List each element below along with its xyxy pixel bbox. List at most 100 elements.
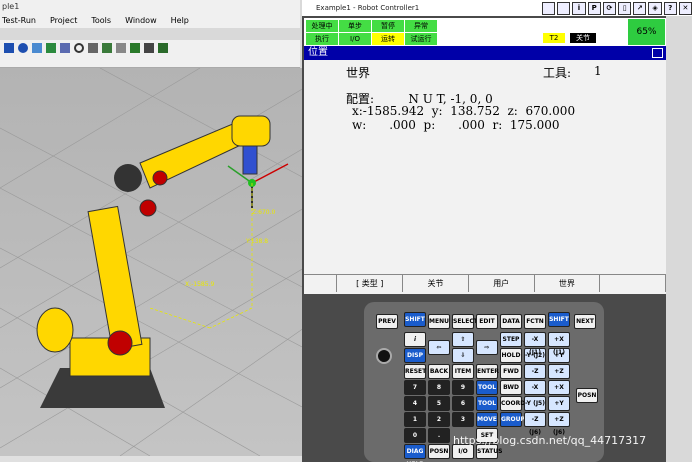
- lock-icon[interactable]: ◈: [648, 1, 662, 15]
- key-hold[interactable]: HOLD: [500, 348, 522, 363]
- fkey-type[interactable]: [ 类型 ]: [337, 275, 404, 292]
- key-enter[interactable]: ENTER: [476, 364, 499, 379]
- key-7[interactable]: 7: [404, 380, 426, 395]
- jog-plus-rx[interactable]: +X (J4): [548, 380, 570, 404]
- function-key-bar: [ 类型 ] 关节 用户 世界: [304, 274, 667, 292]
- status-run: 执行: [306, 33, 338, 45]
- key-bwd[interactable]: BWD: [500, 380, 522, 395]
- pendant-title: Example1 - Robot Controller1: [302, 0, 540, 16]
- key-9[interactable]: 9: [452, 380, 474, 395]
- jog-minus-rx[interactable]: -X (J4): [524, 380, 546, 404]
- status-hold: 暂停: [372, 20, 404, 32]
- jog-minus-x[interactable]: -X (J1): [524, 332, 546, 356]
- robot-icon[interactable]: [60, 43, 70, 53]
- info-key[interactable]: i: [404, 332, 426, 347]
- key-move-menu[interactable]: MOVE MENU: [476, 412, 498, 436]
- key-up-arrow[interactable]: ⇧: [452, 332, 474, 347]
- tree-icon[interactable]: [46, 43, 56, 53]
- key-step[interactable]: STEP: [500, 332, 522, 347]
- fkey-blank-left: [304, 275, 338, 292]
- key-shift-right[interactable]: SHIFT: [548, 312, 570, 327]
- stop-icon[interactable]: [18, 43, 28, 53]
- fkey-joint[interactable]: 关节: [403, 275, 469, 292]
- move-icon[interactable]: [116, 43, 126, 53]
- robot-arm: [36, 115, 271, 408]
- key-fctn[interactable]: FCTN: [524, 314, 546, 329]
- key-down-arrow[interactable]: ⇩: [452, 348, 474, 363]
- status-prod: 运转: [372, 33, 404, 45]
- key-tool1[interactable]: TOOL 1: [476, 380, 498, 404]
- menu-project[interactable]: Project: [50, 14, 77, 28]
- key-edit[interactable]: EDIT: [476, 314, 498, 329]
- keyboard-icon[interactable]: [557, 1, 571, 15]
- pendant-icon-bar: i P ⟳ ▯ ↗ ◈ ? ✕: [540, 0, 692, 16]
- jog-plus-z[interactable]: +Z (J3): [548, 364, 570, 388]
- view-icon[interactable]: [102, 43, 112, 53]
- wpr-line: w: .000 p: .000 r: 175.000: [352, 118, 560, 132]
- refresh-icon[interactable]: ⟳: [602, 1, 617, 15]
- key-group[interactable]: GROUP: [500, 412, 525, 427]
- teach-icon[interactable]: [542, 1, 556, 15]
- key-8[interactable]: 8: [428, 380, 450, 395]
- key-posn[interactable]: POSN: [428, 444, 450, 459]
- info-icon[interactable]: i: [572, 1, 586, 15]
- key-item[interactable]: ITEM: [452, 364, 474, 379]
- key-select[interactable]: SELECT: [452, 314, 478, 329]
- help-icon[interactable]: ?: [663, 1, 677, 15]
- menu-help[interactable]: Help: [171, 14, 189, 28]
- key-dot[interactable]: .: [428, 428, 450, 443]
- robot-scene: Z:670.0 Y:138.8 X:-1585.9: [0, 67, 305, 457]
- pendant-screen: [304, 46, 666, 294]
- key-shift-left[interactable]: SHIFT: [404, 312, 426, 327]
- jog-minus-z[interactable]: -Z (J3): [524, 364, 546, 388]
- on-line-icon[interactable]: [144, 43, 154, 53]
- key-right-arrow[interactable]: ⇨: [476, 340, 498, 355]
- frame-icon[interactable]: ▯: [618, 1, 632, 15]
- key-5[interactable]: 5: [428, 396, 450, 411]
- close-icon[interactable]: ✕: [678, 1, 692, 15]
- key-disp[interactable]: DISP: [404, 348, 426, 363]
- key-2[interactable]: 2: [428, 412, 450, 427]
- fkey-world[interactable]: 世界: [535, 275, 601, 292]
- key-0[interactable]: 0: [404, 428, 426, 443]
- key-menu[interactable]: MENU: [428, 314, 450, 329]
- menu-tools[interactable]: Tools: [91, 14, 111, 28]
- grid-icon[interactable]: [88, 43, 98, 53]
- menu-window[interactable]: Window: [125, 14, 157, 28]
- key-coord[interactable]: COORD: [500, 396, 525, 411]
- key-next[interactable]: NEXT: [574, 314, 596, 329]
- key-fwd[interactable]: FWD: [500, 364, 522, 379]
- toolbar: [0, 40, 300, 56]
- 3d-viewport[interactable]: Z:670.0 Y:138.8 X:-1585.9: [0, 67, 305, 457]
- enable-switch-icon[interactable]: [376, 348, 392, 364]
- frame-icon[interactable]: [130, 43, 140, 53]
- jog-minus-ry[interactable]: -Y (J5): [524, 396, 546, 411]
- key-posn-side[interactable]: POSN: [576, 388, 598, 403]
- key-reset[interactable]: RESET: [404, 364, 426, 379]
- key-3[interactable]: 3: [452, 412, 474, 427]
- jog-plus-x[interactable]: +X (J1): [548, 332, 570, 356]
- key-left-arrow[interactable]: ⇦: [428, 340, 450, 355]
- z-label: Z:670.0: [252, 209, 275, 216]
- jog-plus-rz[interactable]: +Z (J6): [548, 412, 570, 436]
- position-icon[interactable]: P: [587, 1, 601, 15]
- jog-minus-rz[interactable]: -Z (J6): [524, 412, 546, 436]
- key-backspace[interactable]: BACK SPACE: [428, 364, 450, 388]
- key-data[interactable]: DATA: [500, 314, 522, 329]
- eject-icon[interactable]: [4, 43, 14, 53]
- fkey-user[interactable]: 用户: [469, 275, 535, 292]
- fkey-5[interactable]: [600, 275, 667, 292]
- key-1[interactable]: 1: [404, 412, 426, 427]
- key-prev[interactable]: PREV: [376, 314, 398, 329]
- key-6[interactable]: 6: [452, 396, 474, 411]
- arrow-icon[interactable]: ↗: [633, 1, 647, 15]
- key-4[interactable]: 4: [404, 396, 426, 411]
- menu-test-run[interactable]: Test-Run: [2, 14, 36, 28]
- key-tool2[interactable]: TOOL 2: [476, 396, 498, 420]
- maximize-icon[interactable]: [652, 48, 663, 58]
- teach-icon[interactable]: [32, 43, 42, 53]
- target-icon[interactable]: [74, 43, 84, 53]
- jog-plus-ry[interactable]: +Y (J5): [548, 396, 570, 420]
- record-icon[interactable]: [158, 43, 168, 53]
- key-diag-help[interactable]: DIAG HELP: [404, 444, 426, 462]
